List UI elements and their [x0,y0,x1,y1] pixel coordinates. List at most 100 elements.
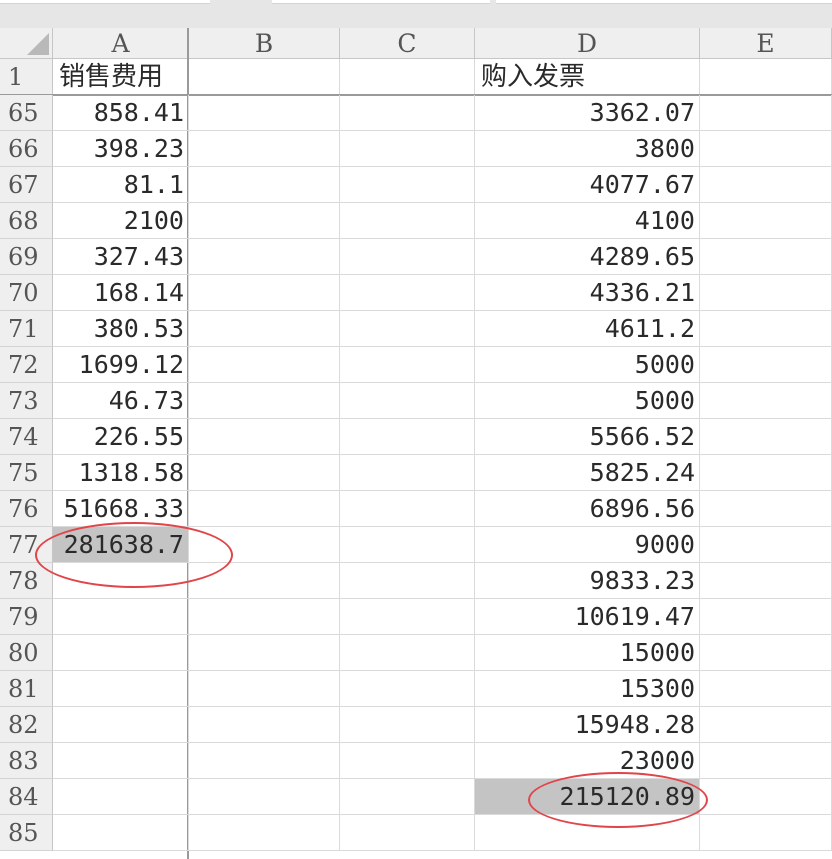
cell-d73[interactable]: 5000 [475,383,700,419]
column-header-c[interactable]: C [340,28,475,59]
cell-d68[interactable]: 4100 [475,203,700,239]
cell-e1[interactable] [700,59,832,95]
row-header[interactable]: 66 [0,131,53,167]
cell-c73[interactable] [340,383,475,419]
tab[interactable] [272,0,490,4]
cell-c68[interactable] [340,203,475,239]
cell-c84[interactable] [340,779,475,815]
cell-d80[interactable]: 15000 [475,635,700,671]
cell-e73[interactable] [700,383,832,419]
cell-b68[interactable] [189,203,340,239]
row-header[interactable]: 74 [0,419,53,455]
row-header[interactable]: 76 [0,491,53,527]
cell-b79[interactable] [189,599,340,635]
cell-c81[interactable] [340,671,475,707]
cell-a70[interactable]: 168.14 [53,275,189,311]
cell-b83[interactable] [189,743,340,779]
cell-c82[interactable] [340,707,475,743]
tab[interactable] [496,0,832,4]
tab[interactable] [0,0,210,4]
cell-d77[interactable]: 9000 [475,527,700,563]
cell-b74[interactable] [189,419,340,455]
cell-c74[interactable] [340,419,475,455]
row-header[interactable]: 73 [0,383,53,419]
cell-d75[interactable]: 5825.24 [475,455,700,491]
cell-b69[interactable] [189,239,340,275]
cell-b80[interactable] [189,635,340,671]
cell-a85[interactable] [53,815,189,851]
row-header[interactable]: 80 [0,635,53,671]
cell-e74[interactable] [700,419,832,455]
cell-b72[interactable] [189,347,340,383]
cell-c83[interactable] [340,743,475,779]
cell-e81[interactable] [700,671,832,707]
cell-d78[interactable]: 9833.23 [475,563,700,599]
cell-b1[interactable] [189,59,340,95]
cell-a69[interactable]: 327.43 [53,239,189,275]
cell-d74[interactable]: 5566.52 [475,419,700,455]
row-header[interactable]: 1 [0,59,53,95]
row-header[interactable]: 84 [0,779,53,815]
cell-c75[interactable] [340,455,475,491]
cell-a73[interactable]: 46.73 [53,383,189,419]
cell-d79[interactable]: 10619.47 [475,599,700,635]
row-header[interactable]: 83 [0,743,53,779]
cell-a72[interactable]: 1699.12 [53,347,189,383]
cell-d1[interactable]: 购入发票 [475,59,700,95]
column-header-a[interactable]: A [53,28,189,59]
cell-a84[interactable] [53,779,189,815]
cell-d72[interactable]: 5000 [475,347,700,383]
cell-e85[interactable] [700,815,832,851]
cell-e66[interactable] [700,131,832,167]
cell-e79[interactable] [700,599,832,635]
cell-a82[interactable] [53,707,189,743]
cell-d71[interactable]: 4611.2 [475,311,700,347]
cell-c78[interactable] [340,563,475,599]
cell-b70[interactable] [189,275,340,311]
row-header[interactable]: 67 [0,167,53,203]
cell-e84[interactable] [700,779,832,815]
cell-c65[interactable] [340,95,475,131]
cell-c80[interactable] [340,635,475,671]
cell-b71[interactable] [189,311,340,347]
cell-b65[interactable] [189,95,340,131]
row-header[interactable]: 85 [0,815,53,851]
cell-e77[interactable] [700,527,832,563]
row-header[interactable]: 72 [0,347,53,383]
cell-b67[interactable] [189,167,340,203]
cell-e75[interactable] [700,455,832,491]
cell-e65[interactable] [700,95,832,131]
cell-e71[interactable] [700,311,832,347]
column-header-d[interactable]: D [475,28,700,59]
cell-a81[interactable] [53,671,189,707]
cell-e72[interactable] [700,347,832,383]
cell-e69[interactable] [700,239,832,275]
cell-b81[interactable] [189,671,340,707]
cell-b66[interactable] [189,131,340,167]
cell-b76[interactable] [189,491,340,527]
cell-a68[interactable]: 2100 [53,203,189,239]
row-header[interactable]: 65 [0,95,53,131]
row-header[interactable]: 69 [0,239,53,275]
cell-d82[interactable]: 15948.28 [475,707,700,743]
cell-b75[interactable] [189,455,340,491]
row-header[interactable]: 79 [0,599,53,635]
cell-a83[interactable] [53,743,189,779]
cell-c77[interactable] [340,527,475,563]
cell-c70[interactable] [340,275,475,311]
cell-e68[interactable] [700,203,832,239]
row-header[interactable]: 70 [0,275,53,311]
cell-e78[interactable] [700,563,832,599]
cell-c76[interactable] [340,491,475,527]
cell-b73[interactable] [189,383,340,419]
cell-d67[interactable]: 4077.67 [475,167,700,203]
cell-b82[interactable] [189,707,340,743]
column-header-b[interactable]: B [189,28,340,59]
cell-a65[interactable]: 858.41 [53,95,189,131]
cell-e80[interactable] [700,635,832,671]
cell-e76[interactable] [700,491,832,527]
cell-a80[interactable] [53,635,189,671]
cell-c66[interactable] [340,131,475,167]
cell-e82[interactable] [700,707,832,743]
cell-d65[interactable]: 3362.07 [475,95,700,131]
